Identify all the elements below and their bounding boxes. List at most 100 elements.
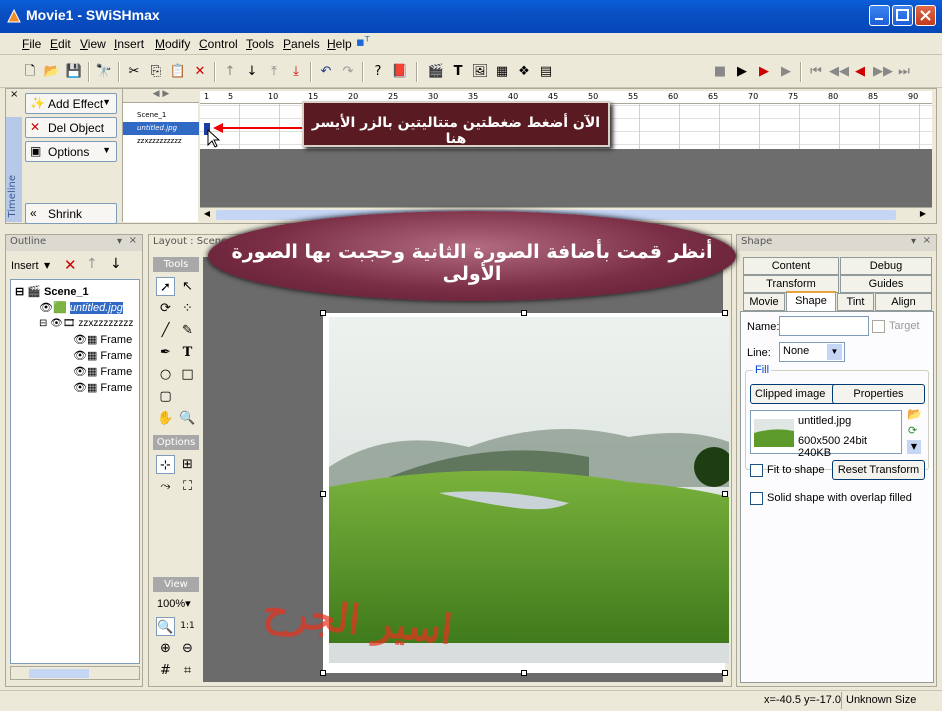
selection-handle[interactable]	[722, 670, 728, 676]
panel-close-icon[interactable]: ×	[923, 235, 931, 246]
line-tool-icon[interactable]: ╱	[156, 321, 175, 340]
cut-icon[interactable]: ✂	[125, 63, 143, 81]
ellipse-tool-icon[interactable]: ○	[156, 365, 175, 384]
find-icon[interactable]: 🔭	[95, 63, 113, 81]
tab-tint[interactable]: Tint	[837, 293, 874, 311]
shrink-button[interactable]: « Shrink	[25, 203, 117, 224]
zoom-fit-icon[interactable]: 🔍	[156, 617, 175, 636]
menu-tools[interactable]: Tools	[246, 37, 274, 51]
prev-keyframe-icon[interactable]: ◀	[851, 63, 869, 81]
move-up-icon[interactable]: ↑	[221, 63, 239, 81]
snap-option-icon[interactable]: ⊹	[156, 455, 175, 474]
selection-handle[interactable]	[521, 670, 527, 676]
insert-text-icon[interactable]: T	[449, 63, 467, 81]
timeline-scroll-arrows[interactable]: ◀ ▶	[123, 89, 199, 103]
prev-frame-icon[interactable]: ◀◀	[829, 63, 849, 81]
panel-menu-icon[interactable]: ▾	[911, 236, 916, 247]
delete-icon[interactable]: ✕	[191, 63, 209, 81]
menu-edit[interactable]: Edit	[50, 37, 71, 51]
tab-align[interactable]: Align	[875, 293, 932, 311]
tab-shape[interactable]: Shape	[786, 291, 836, 312]
tree-item-frame[interactable]: 👁▦ Frame	[73, 332, 132, 348]
autoshape-tool-icon[interactable]: ▢	[156, 387, 175, 406]
outline-move-down-icon[interactable]: ↓	[110, 256, 122, 272]
menu-help[interactable]: Help	[327, 37, 352, 51]
curve-option-icon[interactable]: ⤳	[156, 477, 175, 496]
select-tool-icon[interactable]: ➚	[156, 277, 175, 296]
reshape-tool-icon[interactable]: ⁘	[178, 299, 197, 318]
move-bottom-icon[interactable]: ⤓	[287, 63, 305, 81]
pencil-tool-icon[interactable]: ✎	[178, 321, 197, 340]
zoom-in-icon[interactable]: ⊕	[156, 639, 175, 658]
chevron-down-icon[interactable]: ▼	[907, 440, 921, 454]
scrollbar-thumb[interactable]	[29, 669, 89, 678]
last-frame-icon[interactable]: ⏭	[895, 63, 913, 81]
zoom-tool-icon[interactable]: 🔍	[178, 409, 197, 428]
tab-guides[interactable]: Guides	[840, 275, 932, 293]
text-tool-icon[interactable]: T	[178, 343, 197, 362]
timeline-row-scene[interactable]: Scene_1	[123, 109, 199, 122]
move-down-icon[interactable]: ↓	[243, 63, 261, 81]
solid-shape-checkbox[interactable]	[750, 492, 763, 505]
help-pointer-icon[interactable]: ?	[369, 63, 387, 81]
rotate-tool-icon[interactable]: ⟳	[156, 299, 175, 318]
rectangle-tool-icon[interactable]: □	[178, 365, 197, 384]
menu-modify[interactable]: Modify	[155, 37, 190, 51]
outline-horizontal-scrollbar[interactable]	[10, 666, 140, 680]
zoom-level[interactable]: 100%▾	[157, 597, 191, 610]
reset-transform-button[interactable]: Reset Transform	[832, 460, 925, 480]
tab-movie[interactable]: Movie	[743, 293, 785, 311]
selection-handle[interactable]	[521, 310, 527, 316]
tree-item-frame[interactable]: 👁▦ Frame	[73, 348, 132, 364]
scroll-right-icon[interactable]: ▶	[916, 209, 930, 221]
stage-area[interactable]: اسير الجرح	[203, 257, 729, 682]
tree-item-scene[interactable]: ⊟ 🎬 Scene_1	[15, 284, 89, 300]
open-folder-icon[interactable]: 📂	[43, 63, 61, 81]
add-effect-button[interactable]: ✨ Add Effect ▼	[25, 93, 117, 114]
zoom-out-icon[interactable]: ⊖	[178, 639, 197, 658]
next-frame-icon[interactable]: ▶▶	[873, 63, 893, 81]
play-effect-icon[interactable]: ▶	[777, 63, 795, 81]
menu-control[interactable]: Control	[199, 37, 238, 51]
outline-move-up-icon[interactable]: ↑	[86, 256, 98, 272]
maximize-button[interactable]	[892, 5, 913, 26]
undo-icon[interactable]: ↶	[317, 63, 335, 81]
grid-option-icon[interactable]: ⊞	[178, 455, 197, 474]
new-file-icon[interactable]: 🗋	[21, 63, 39, 81]
selection-handle[interactable]	[320, 310, 326, 316]
close-button[interactable]	[915, 5, 936, 26]
pen-tool-icon[interactable]: ✒	[156, 343, 175, 362]
whats-this-icon[interactable]: ▪ᵀ	[356, 35, 370, 50]
selection-handle[interactable]	[320, 491, 326, 497]
selection-handle[interactable]	[320, 670, 326, 676]
timeline-row-sprite[interactable]: zzxzzzzzzzzz	[123, 135, 199, 148]
first-frame-icon[interactable]: ⏮	[807, 63, 825, 81]
tab-debug[interactable]: Debug	[840, 257, 932, 275]
insert-scene-icon[interactable]: 🎬	[427, 63, 445, 81]
refresh-image-icon[interactable]: ⟳	[908, 424, 917, 437]
del-object-button[interactable]: ✕ Del Object	[25, 117, 117, 138]
paste-icon[interactable]: 📋	[169, 63, 187, 81]
timeline-row-image[interactable]: untitled.jpg	[123, 122, 199, 135]
properties-button[interactable]: Properties	[832, 384, 925, 404]
zoom-100-icon[interactable]: 1:1	[178, 617, 197, 636]
outline-delete-icon[interactable]: ✕	[64, 256, 77, 274]
insert-sprite-icon[interactable]: ❖	[515, 63, 533, 81]
target-checkbox[interactable]	[872, 320, 885, 333]
hand-tool-icon[interactable]: ✋	[156, 409, 175, 428]
subselect-tool-icon[interactable]: ↖	[178, 277, 197, 296]
play-scene-icon[interactable]: ▶	[755, 63, 773, 81]
chevron-down-icon[interactable]: ▼	[44, 261, 50, 270]
selection-handle[interactable]	[722, 310, 728, 316]
show-grid-icon[interactable]: #	[156, 661, 175, 680]
tree-item-frame[interactable]: 👁▦ Frame	[73, 364, 132, 380]
move-top-icon[interactable]: ⤒	[265, 63, 283, 81]
open-image-icon[interactable]: 📂	[907, 407, 922, 421]
timeline-close-icon[interactable]: ×	[10, 89, 18, 100]
save-icon[interactable]: 💾	[65, 63, 83, 81]
tree-item-frame[interactable]: 👁▦ Frame	[73, 380, 132, 396]
insert-content-icon[interactable]: ▦	[493, 63, 511, 81]
scroll-left-icon[interactable]: ◀	[200, 209, 214, 221]
menu-panels[interactable]: Panels	[283, 37, 320, 51]
name-input[interactable]	[779, 316, 869, 336]
